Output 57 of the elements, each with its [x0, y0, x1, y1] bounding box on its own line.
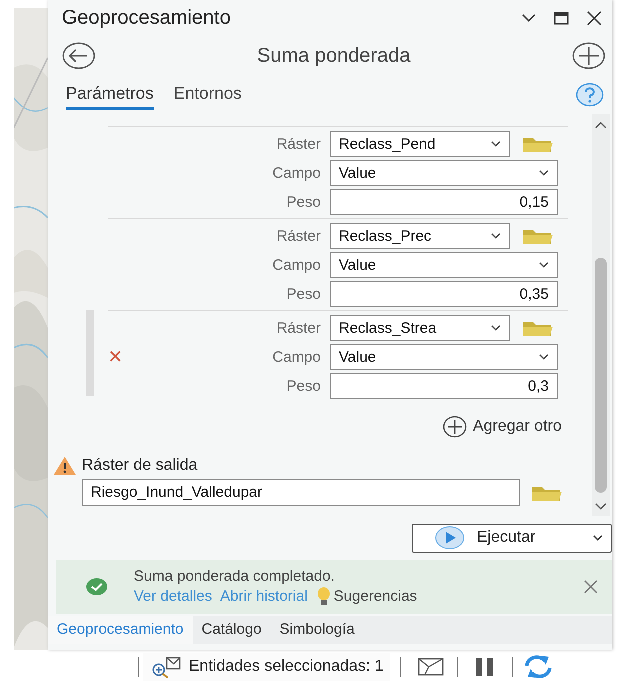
chevron-down-icon	[491, 141, 501, 147]
chevron-down-icon	[539, 262, 549, 268]
scroll-up-icon[interactable]	[595, 122, 607, 129]
run-button[interactable]: Ejecutar	[412, 524, 612, 552]
field-label: Ráster	[276, 136, 322, 152]
plus-icon	[443, 416, 468, 438]
field-label: Campo	[272, 164, 322, 182]
message-text: Suma ponderada completado.	[134, 568, 336, 584]
maximize-icon[interactable]	[554, 12, 569, 24]
scroll-down-icon[interactable]	[595, 503, 607, 510]
clear-selection-icon[interactable]	[416, 657, 445, 677]
field-label: Peso	[286, 378, 322, 394]
pane-tab[interactable]: Simbología	[270, 616, 364, 644]
play-icon	[435, 526, 465, 550]
output-label: Ráster de salida	[82, 457, 198, 475]
chevron-down-icon[interactable]	[522, 14, 536, 22]
raster-dropdown[interactable]: Reclass_Pend	[330, 131, 510, 157]
panel-title: Geoprocesamiento	[62, 6, 232, 30]
refresh-icon[interactable]	[522, 654, 554, 680]
weight-field[interactable]: 0,15	[330, 189, 558, 215]
tab[interactable]: Parámetros	[66, 80, 154, 110]
chevron-down-icon[interactable]	[593, 535, 603, 541]
weight-field[interactable]: 0,35	[330, 281, 558, 307]
weight-field[interactable]: 0,3	[330, 373, 558, 399]
success-check-icon	[86, 578, 108, 596]
chevron-down-icon	[491, 325, 501, 331]
raster-dropdown[interactable]: Reclass_Strea	[330, 315, 510, 341]
field-label: Campo	[272, 256, 322, 274]
chevron-down-icon	[539, 170, 549, 176]
pause-icon[interactable]	[474, 657, 496, 677]
field-dropdown[interactable]: Value	[330, 160, 558, 186]
remove-icon[interactable]: ✕	[108, 347, 123, 367]
selection-count: Entidades seleccionadas: 1	[189, 658, 384, 676]
tips-link[interactable]: Sugerencias	[316, 586, 418, 606]
back-icon[interactable]	[62, 42, 96, 70]
add-another-button[interactable]: Agregar otro	[443, 416, 562, 438]
add-icon[interactable]	[572, 42, 606, 70]
raster-dropdown[interactable]: Reclass_Prec	[330, 223, 510, 249]
field-label: Peso	[286, 194, 322, 210]
scrollbar[interactable]	[592, 114, 610, 516]
field-label: Campo	[272, 348, 322, 366]
help-icon[interactable]	[576, 83, 604, 107]
zoom-selection-icon[interactable]	[151, 655, 183, 679]
pane-tab[interactable]: Geoprocesamiento	[48, 616, 193, 644]
field-label: Ráster	[276, 320, 322, 336]
field-dropdown[interactable]: Value	[330, 344, 558, 370]
field-label: Ráster	[276, 228, 322, 244]
field-dropdown[interactable]: Value	[330, 252, 558, 278]
field-label: Peso	[286, 286, 322, 302]
tool-title: Suma ponderada	[256, 44, 412, 68]
output-field[interactable]: Riesgo_Inund_Valledupar	[82, 479, 520, 506]
close-icon[interactable]	[587, 10, 602, 26]
chevron-down-icon	[491, 233, 501, 239]
pane-tab[interactable]: Catálogo	[192, 616, 271, 644]
lightbulb-icon	[316, 586, 332, 606]
chevron-down-icon	[539, 354, 549, 360]
tab[interactable]: Entornos	[174, 80, 242, 110]
